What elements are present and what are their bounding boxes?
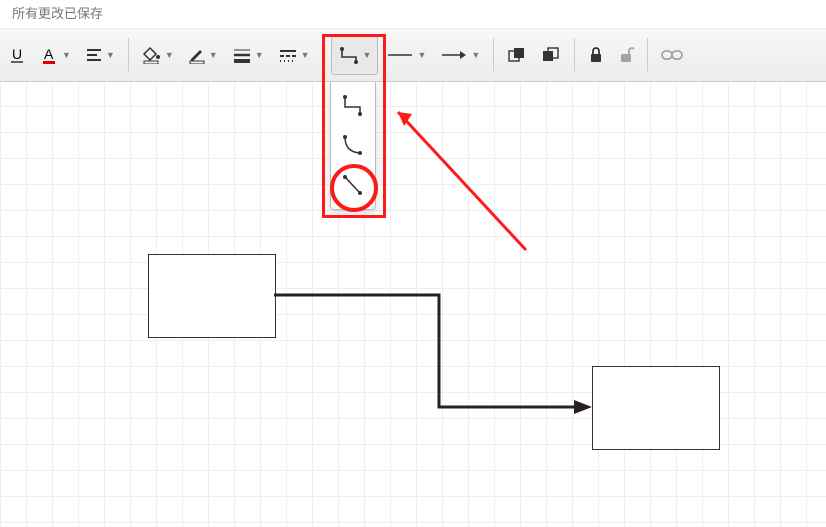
connector-style-button[interactable]: ▼ xyxy=(331,35,379,75)
chevron-down-icon: ▼ xyxy=(301,50,310,60)
toolbar: U A ▼ ▼ ▼ ▼ ▼ ▼ ▼ xyxy=(0,29,826,82)
svg-text:A: A xyxy=(44,46,54,62)
bring-to-front-icon xyxy=(507,46,527,64)
separator xyxy=(128,38,129,72)
arrow-start-icon xyxy=(386,47,414,63)
svg-text:U: U xyxy=(12,46,22,62)
underline-button[interactable]: U xyxy=(3,36,33,74)
connector-1[interactable] xyxy=(274,292,604,422)
separator xyxy=(574,38,575,72)
chevron-down-icon: ▼ xyxy=(209,50,218,60)
shape-rect-1[interactable] xyxy=(148,254,276,338)
unlock-button[interactable] xyxy=(612,36,640,74)
align-left-icon xyxy=(85,46,103,64)
link-button[interactable] xyxy=(655,36,689,74)
link-icon xyxy=(661,48,683,62)
pencil-icon xyxy=(188,46,206,64)
line-color-button[interactable]: ▼ xyxy=(182,36,224,74)
underline-icon: U xyxy=(9,46,27,64)
send-back-button[interactable] xyxy=(535,36,567,74)
font-color-button[interactable]: A ▼ xyxy=(35,36,77,74)
line-end-button[interactable]: ▼ xyxy=(434,36,486,74)
chevron-down-icon: ▼ xyxy=(471,50,480,60)
chevron-down-icon: ▼ xyxy=(106,50,115,60)
app-root: 所有更改已保存 U A ▼ ▼ ▼ ▼ ▼ ▼ xyxy=(0,0,826,527)
line-dash-icon xyxy=(278,46,298,64)
canvas xyxy=(0,80,826,527)
line-start-button[interactable]: ▼ xyxy=(380,36,432,74)
chevron-down-icon: ▼ xyxy=(62,50,71,60)
connector-option-curved[interactable] xyxy=(331,125,375,165)
chevron-down-icon: ▼ xyxy=(417,50,426,60)
font-color-icon: A xyxy=(41,46,59,64)
bring-front-button[interactable] xyxy=(501,36,533,74)
chevron-down-icon: ▼ xyxy=(165,50,174,60)
chevron-down-icon: ▼ xyxy=(255,50,264,60)
connector-option-orthogonal[interactable] xyxy=(331,85,375,125)
arrow-end-icon xyxy=(440,47,468,63)
connector-option-straight[interactable] xyxy=(331,165,375,205)
paint-bucket-icon xyxy=(142,46,162,64)
unlock-icon xyxy=(618,46,634,64)
separator xyxy=(493,38,494,72)
shape-rect-2[interactable] xyxy=(592,366,720,450)
status-bar: 所有更改已保存 xyxy=(0,0,826,29)
connector-style-dropdown xyxy=(330,80,376,210)
line-style-button[interactable]: ▼ xyxy=(272,36,316,74)
connector-orthogonal-icon xyxy=(338,45,360,65)
line-width-button[interactable]: ▼ xyxy=(226,36,270,74)
line-weight-icon xyxy=(232,46,252,64)
chevron-down-icon: ▼ xyxy=(363,50,372,60)
fill-color-button[interactable]: ▼ xyxy=(136,36,180,74)
align-button[interactable]: ▼ xyxy=(79,36,121,74)
canvas-area[interactable] xyxy=(0,80,826,527)
separator xyxy=(323,38,324,72)
lock-button[interactable] xyxy=(582,36,610,74)
status-text: 所有更改已保存 xyxy=(12,6,103,21)
lock-icon xyxy=(588,46,604,64)
send-to-back-icon xyxy=(541,46,561,64)
separator xyxy=(647,38,648,72)
